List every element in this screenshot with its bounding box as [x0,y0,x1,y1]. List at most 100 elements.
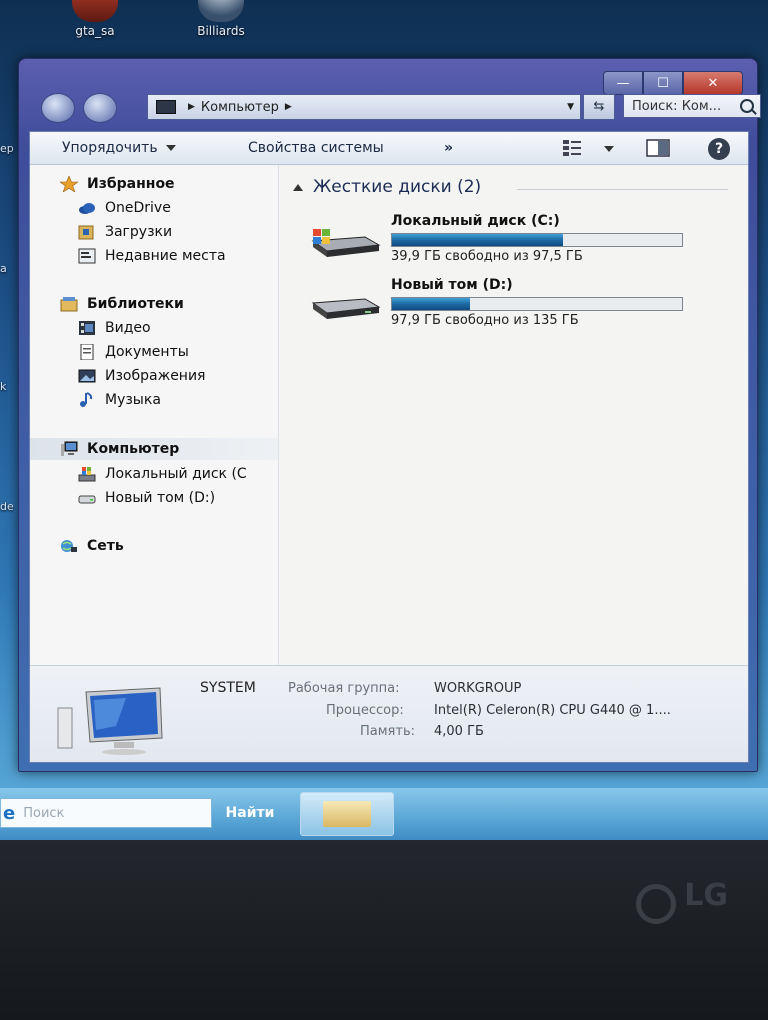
billiards-icon [198,0,244,22]
preview-pane-icon[interactable] [646,139,670,157]
search-placeholder: Поиск: Ком... [632,98,722,114]
chevron-down-icon[interactable] [604,146,614,152]
chevron-down-icon[interactable]: ▼ [567,102,574,112]
search-placeholder: Поиск [23,805,65,821]
nav-local-disk-c[interactable]: Локальный диск (С [78,463,247,485]
nav-label: Загрузки [105,224,173,240]
lg-logo-icon [636,884,676,924]
pictures-icon [78,369,96,383]
computer-name: SYSTEM [200,680,256,696]
change-view-icon[interactable] [562,139,584,157]
help-icon[interactable]: ? [708,138,730,160]
more-commands-button[interactable]: » [444,140,453,156]
star-icon [60,176,78,192]
search-input[interactable]: Поиск: Ком... [623,94,761,118]
drive-usage-bar [391,297,683,311]
nav-label: Библиотеки [87,296,184,312]
memory-value: 4,00 ГБ [434,724,484,739]
desktop-icon-gta-sa[interactable]: gta_sa [50,0,140,38]
windows-drive-icon [311,229,381,257]
details-pane: SYSTEM Рабочая группа: WORKGROUP Процесс… [30,665,748,762]
drive-name: Локальный диск (C:) [391,213,560,229]
computer-icon [156,100,176,114]
nav-favorites[interactable]: Избранное [60,173,175,195]
nav-pictures[interactable]: Изображения [78,365,205,387]
nav-label: Документы [105,344,189,360]
taskbar: e Поиск Найти [0,788,768,840]
nav-label: Изображения [105,368,206,384]
nav-label: Музыка [105,392,161,408]
back-button[interactable] [41,93,75,123]
computer-icon [61,441,78,456]
cloud-icon [79,203,95,214]
recent-places-icon [78,248,96,264]
nav-new-volume-d[interactable]: Новый том (D:) [78,487,215,509]
desktop-icon-label: Billiards [197,24,245,38]
windows-drive-icon [78,467,96,482]
group-divider [517,189,728,190]
drive-free-space: 97,9 ГБ свободно из 135 ГБ [391,313,579,328]
collapse-icon [293,183,303,191]
drive-tile-d[interactable]: Новый том (D:) 97,9 ГБ свободно из 135 Г… [307,277,707,335]
network-icon [61,540,77,552]
nav-music[interactable]: Музыка [78,389,161,411]
nav-label: OneDrive [105,200,171,216]
chevron-right-icon[interactable]: ▶ [188,102,195,112]
nav-label: Избранное [87,176,175,192]
navigation-pane: Избранное OneDrive Загрузки Недавние мес… [30,165,279,666]
search-icon[interactable] [740,99,754,113]
nav-documents[interactable]: Документы [78,341,189,363]
music-icon [80,392,93,407]
nav-video[interactable]: Видео [78,317,151,339]
system-properties-button[interactable]: Свойства системы [248,140,384,156]
desktop-edge-label: k [0,380,7,393]
ie-search-input[interactable]: e Поиск [0,798,212,828]
drive-usage-fill [392,234,564,246]
content-frame: Упорядочить Свойства системы » ? Избранн… [29,131,749,763]
nav-computer[interactable]: Компьютер [30,438,278,460]
drive-free-space: 39,9 ГБ свободно из 97,5 ГБ [391,249,583,264]
explorer-window: — ☐ ✕ ▶ Компьютер ▶ ▼ ⇆ Поиск: Ком... Уп… [18,58,761,772]
nav-onedrive[interactable]: OneDrive [78,197,171,219]
nav-label: Компьютер [87,441,180,457]
cpu-label: Процессор: [326,703,404,718]
nav-label: Сеть [87,538,124,554]
desktop-icon-billiards[interactable]: Billiards [176,0,266,38]
desktop-edge-label: de [0,500,14,513]
nav-downloads[interactable]: Загрузки [78,221,172,243]
nav-network[interactable]: Сеть [60,535,124,557]
gta-sa-icon [72,0,118,22]
drive-icon [78,495,96,504]
group-header-hard-drives[interactable]: Жесткие диски (2) [293,177,481,197]
desktop: gta_sa Billiards ер а k de — ☐ ✕ ▶ Компь… [0,0,768,840]
refresh-button[interactable]: ⇆ [583,94,615,120]
folder-icon [323,801,371,827]
monitor-bezel [0,840,768,1020]
video-icon [79,321,95,335]
command-bar: Упорядочить Свойства системы » ? [30,132,748,165]
breadcrumb-computer[interactable]: Компьютер [201,100,279,115]
taskbar-explorer-button[interactable] [300,792,394,836]
group-title: Жесткие диски (2) [313,177,482,197]
address-bar[interactable]: ▶ Компьютер ▶ ▼ [147,94,581,120]
drive-tile-c[interactable]: Локальный диск (C:) 39,9 ГБ свободно из … [307,213,707,271]
main-pane: Жесткие диски (2) Локальный диск (C:) 39… [279,165,748,666]
drive-icon [311,298,381,319]
drive-usage-fill [392,298,471,310]
downloads-icon [78,225,94,240]
forward-button[interactable] [83,93,117,123]
organize-button[interactable]: Упорядочить [62,140,176,156]
nav-label: Недавние места [105,248,226,264]
ie-icon: e [3,802,16,824]
memory-label: Память: [360,724,415,739]
nav-recent-places[interactable]: Недавние места [78,245,226,267]
desktop-edge-label: ер [0,142,14,155]
chevron-right-icon[interactable]: ▶ [285,102,292,112]
nav-libraries[interactable]: Библиотеки [60,293,184,315]
desktop-icon-label: gta_sa [75,24,115,38]
nav-label: Локальный диск (С [105,466,247,482]
workgroup-value: WORKGROUP [434,681,522,696]
search-go-button[interactable]: Найти [214,798,286,828]
navigation-bar: ▶ Компьютер ▶ ▼ ⇆ Поиск: Ком... [37,91,761,123]
cpu-value: Intel(R) Celeron(R) CPU G440 @ 1.... [434,703,671,718]
